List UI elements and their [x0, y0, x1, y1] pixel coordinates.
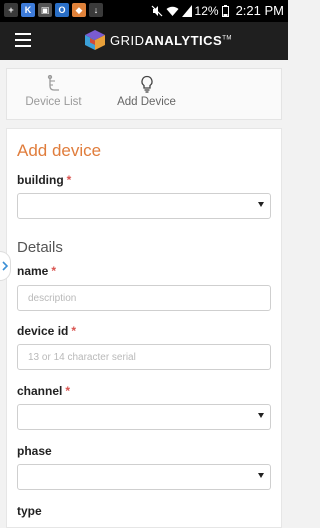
add-device-form: Add device building* Details name* devic… [6, 128, 282, 528]
required-marker: * [65, 384, 71, 398]
download-icon: ↓ [89, 3, 103, 17]
wifi-icon [166, 6, 179, 16]
required-marker: * [66, 173, 72, 187]
clock: 2:21 PM [235, 3, 284, 18]
required-marker: * [71, 324, 77, 338]
channel-label: channel * [17, 384, 71, 398]
k-app-icon: K [21, 3, 35, 17]
grid-analytics-logo-icon [85, 30, 105, 50]
chevron-right-icon [2, 261, 8, 271]
name-label: name * [17, 264, 57, 278]
phase-select[interactable] [17, 464, 271, 490]
tab-add-device-label: Add Device [117, 96, 176, 108]
app-icon: ◆ [72, 3, 86, 17]
type-label: type [17, 504, 42, 518]
form-title: Add device [17, 141, 102, 160]
status-bar: + K ▣ O ◆ ↓ 12% 2:21 PM [0, 0, 288, 22]
required-marker: * [51, 264, 57, 278]
battery-percent: 12% [194, 3, 219, 18]
notification-icons: + K ▣ O ◆ ↓ [4, 3, 103, 17]
tab-device-list[interactable]: Device List [7, 69, 100, 119]
plus-icon: + [4, 3, 18, 17]
battery-icon [221, 4, 229, 17]
brand-logo: GRIDANALYTICSTM [84, 28, 232, 52]
chevron-down-icon [258, 473, 264, 478]
device-id-label: device id * [17, 324, 77, 338]
device-id-input[interactable] [17, 344, 271, 370]
signal-icon [181, 4, 192, 17]
outlook-icon: O [55, 3, 69, 17]
brand-name: GRIDANALYTICSTM [110, 32, 232, 48]
lightbulb-icon [140, 75, 153, 93]
tab-add-device[interactable]: Add Device [100, 69, 193, 119]
device-list-icon [47, 75, 59, 91]
building-label: building * [17, 173, 72, 187]
building-select[interactable] [17, 193, 271, 219]
menu-icon[interactable] [15, 33, 31, 47]
chevron-down-icon [258, 202, 264, 207]
tab-device-list-label: Device List [25, 96, 82, 108]
mute-icon [151, 5, 162, 16]
contacts-icon: ▣ [38, 3, 52, 17]
app-bar: GRIDANALYTICSTM [0, 22, 288, 60]
details-heading: Details [17, 239, 63, 256]
chevron-down-icon [258, 413, 264, 418]
phase-label: phase [17, 444, 52, 458]
channel-select[interactable] [17, 404, 271, 430]
system-icons: 12% 2:21 PM [151, 3, 284, 18]
name-input[interactable] [17, 285, 271, 311]
tab-bar: Device List Add Device [6, 68, 282, 120]
